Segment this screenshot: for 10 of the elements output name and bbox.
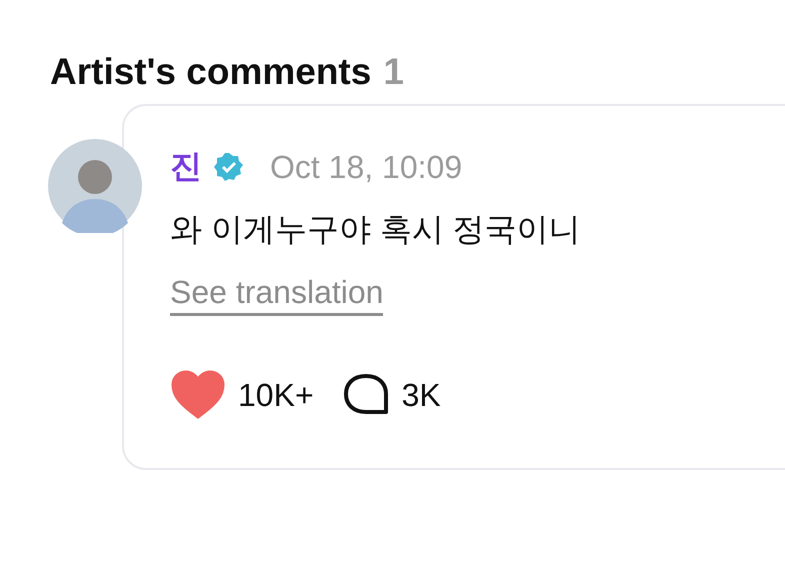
reply-count: 3K: [402, 376, 441, 414]
avatar[interactable]: [48, 139, 142, 233]
see-translation-link[interactable]: See translation: [170, 274, 384, 316]
author-name[interactable]: 진: [170, 145, 202, 189]
comment-text: 와 이게누구야 혹시 정국이니: [170, 210, 582, 249]
comment-count: 1: [383, 50, 404, 94]
comment-time: Oct 18, 10:09: [270, 148, 462, 186]
like-count: 10K+: [238, 376, 314, 414]
section-title: Artist's comments: [50, 50, 372, 94]
heart-icon[interactable]: [170, 370, 226, 420]
